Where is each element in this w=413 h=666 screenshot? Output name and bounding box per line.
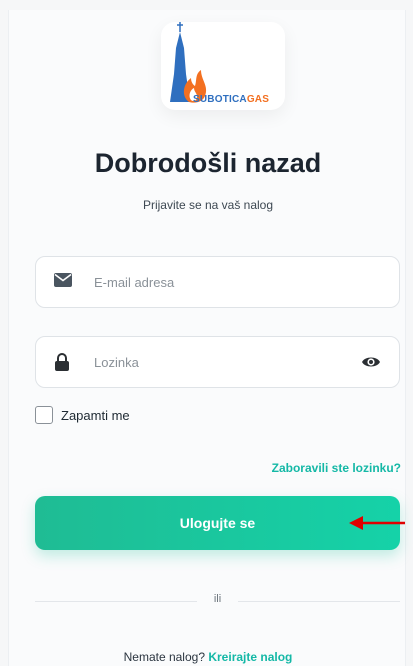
create-account-link[interactable]: Kreirajte nalog [208, 650, 292, 664]
envelope-icon [54, 273, 72, 292]
divider-line-right [238, 601, 400, 602]
logo-text-accent: GAS [246, 94, 270, 105]
signup-prompt: Nemate nalog? Kreirajte nalog [9, 650, 407, 664]
eye-icon[interactable] [361, 354, 381, 375]
page-title: Dobrodošli nazad [94, 148, 322, 178]
lock-icon [54, 353, 70, 376]
logo: SUBOTICAGAS [161, 22, 285, 110]
password-placeholder: Lozinka [94, 355, 139, 370]
page-subtitle: Prijavite se na vaš nalog [142, 198, 274, 212]
login-card: SUBOTICAGAS Dobrodošli nazad Prijavite s… [8, 10, 406, 666]
remember-checkbox[interactable] [35, 406, 53, 424]
login-button[interactable]: Ulogujte se [35, 496, 400, 550]
divider-label: ili [213, 593, 222, 605]
forgot-password-link[interactable]: Zaboravili ste lozinku? [272, 461, 401, 475]
remember-label: Zapamti me [61, 407, 130, 423]
annotation-arrow-icon [349, 515, 405, 536]
logo-text-primary: SUBOTICA [193, 94, 247, 105]
password-field[interactable]: Lozinka [35, 336, 400, 388]
signup-prompt-text: Nemate nalog? [123, 650, 205, 664]
email-field[interactable]: E-mail adresa [35, 256, 400, 308]
remember-me[interactable]: Zapamti me [35, 406, 130, 424]
or-divider: ili [35, 593, 400, 609]
email-placeholder: E-mail adresa [94, 275, 175, 290]
logo-wordmark: SUBOTICAGAS [193, 94, 269, 105]
